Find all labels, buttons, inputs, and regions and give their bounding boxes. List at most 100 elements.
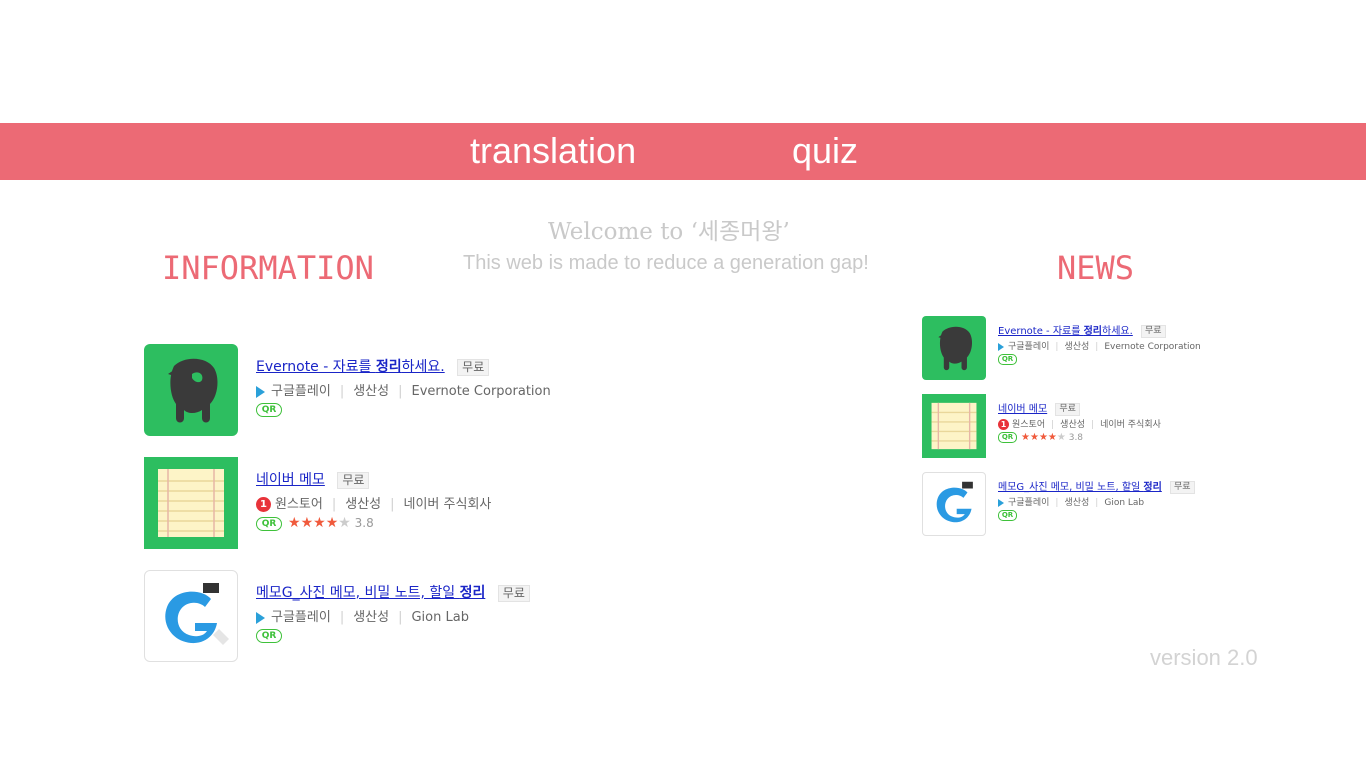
memo-g-icon[interactable] [922, 472, 986, 536]
category: 생산성 [1060, 420, 1086, 430]
app-item: 메모G_사진 메모, 비밀 노트, 할일 정리 무료 구글플레이 | 생산성 | Gio… [144, 570, 664, 662]
divider: | [1051, 420, 1055, 430]
app-title-link[interactable]: Evernote - 자료를 정리하세요. [998, 326, 1133, 337]
divider: | [398, 610, 403, 625]
app-title-link[interactable]: 메모G_사진 메모, 비밀 노트, 할일 정리 [256, 585, 485, 601]
google-play-icon [998, 342, 1004, 351]
rating: ★★★★★ 3.8 [288, 515, 374, 531]
title-text: 하세요. [401, 359, 445, 375]
title-text: 메모G_사진 메모, 비밀 노트, 할일 [256, 585, 460, 601]
evernote-icon[interactable] [144, 344, 238, 436]
app-item: 네이버 메모 무료 1 원스토어 | 생산성 | 네이버 주식회사 QR ★★★★★ 3.8 [144, 457, 664, 549]
qr-button[interactable]: QR [998, 510, 1017, 521]
developer: Evernote Corporation [411, 384, 551, 399]
title-highlight: 정리 [459, 585, 486, 601]
store-name: 원스토어 [275, 497, 323, 512]
divider: | [339, 384, 345, 399]
store-name: 구글플레이 [1008, 498, 1050, 508]
category: 생산성 [1064, 498, 1090, 508]
news-app-item: 네이버 메모 무료 1 원스토어 | 생산성 | 네이버 주식회사 QR ★★★★★ 3.8 [922, 394, 1282, 458]
free-badge: 무료 [1055, 402, 1080, 416]
star-icon: ★ [288, 515, 301, 531]
free-badge: 무료 [337, 471, 370, 489]
star-icon: ★ [313, 515, 326, 531]
app-title-link[interactable]: Evernote - 자료를 정리하세요. [256, 359, 445, 375]
news-title: NEWS [1057, 249, 1135, 287]
title-highlight: 정리 [1143, 482, 1162, 493]
google-play-icon [256, 611, 265, 624]
star-icon: ★ [1038, 432, 1048, 443]
app-title-link[interactable]: 네이버 메모 [256, 472, 325, 488]
star-icon: ★ [1029, 432, 1039, 443]
star-icon: ★ [325, 515, 339, 531]
star-empty-icon: ★ [1056, 432, 1066, 443]
developer: Gion Lab [1104, 498, 1145, 508]
news-app-item: Evernote - 자료를 정리하세요. 무료 구글플레이 | 생산성 | Evern… [922, 316, 1282, 380]
rating-value: 3.8 [354, 516, 374, 530]
memo-g-icon[interactable] [144, 570, 238, 662]
version-label: version 2.0 [1150, 645, 1258, 670]
onestore-icon: 1 [998, 419, 1009, 430]
nav-translation[interactable]: translation [470, 131, 636, 171]
title-text: 네이버 메모 [998, 404, 1048, 415]
developer: Gion Lab [411, 610, 469, 625]
rating-value: 3.8 [1068, 433, 1084, 443]
store-name: 구글플레이 [271, 384, 331, 399]
naver-memo-icon[interactable] [922, 394, 986, 458]
category: 생산성 [353, 384, 390, 399]
app-item: Evernote - 자료를 정리하세요. 무료 구글플레이 | 생산성 | Evern… [144, 344, 664, 436]
divider: | [339, 610, 345, 625]
divider: | [1091, 420, 1095, 430]
store-name: 구글플레이 [271, 610, 331, 625]
title-highlight: 정리 [375, 359, 402, 375]
developer: 네이버 주식회사 [403, 497, 492, 512]
title-text: 네이버 메모 [256, 472, 325, 488]
divider: | [1095, 498, 1099, 508]
nav-quiz[interactable]: quiz [792, 131, 858, 171]
divider: | [331, 497, 337, 512]
welcome-heading: Welcome to ‘세종머왕’ [548, 219, 790, 245]
evernote-icon[interactable] [922, 316, 986, 380]
title-highlight: 정리 [1083, 326, 1103, 337]
title-text: Evernote - 자료를 [998, 326, 1084, 337]
category: 생산성 [345, 497, 382, 512]
qr-button[interactable]: QR [256, 516, 282, 531]
tagline: This web is made to reduce a generation … [463, 252, 869, 274]
store-name: 원스토어 [1012, 420, 1046, 430]
onestore-icon: 1 [256, 497, 271, 512]
developer: Evernote Corporation [1104, 342, 1201, 352]
news-app-item: 메모G_사진 메모, 비밀 노트, 할일 정리 무료 구글플레이 | 생산성 | Gio… [922, 472, 1282, 536]
qr-button[interactable]: QR [256, 402, 282, 417]
developer: 네이버 주식회사 [1100, 420, 1161, 430]
title-text: 메모G_사진 메모, 비밀 노트, 할일 [998, 482, 1144, 493]
divider: | [1095, 342, 1099, 352]
free-badge: 무료 [497, 584, 530, 602]
title-text: Evernote - 자료를 [256, 359, 376, 375]
star-icon: ★ [1021, 432, 1030, 443]
qr-button[interactable]: QR [998, 432, 1017, 443]
rating: ★★★★★ 3.8 [1021, 432, 1084, 443]
store-name: 구글플레이 [1008, 342, 1050, 352]
divider: | [390, 497, 395, 512]
divider: | [1055, 342, 1059, 352]
divider: | [1055, 498, 1059, 508]
top-navbar: translation quiz [0, 123, 1366, 180]
free-badge: 무료 [1170, 480, 1195, 494]
app-title-link[interactable]: 네이버 메모 [998, 404, 1047, 415]
star-icon: ★ [1047, 432, 1057, 443]
qr-button[interactable]: QR [256, 628, 282, 643]
free-badge: 무료 [457, 358, 490, 376]
title-text: 하세요. [1102, 326, 1133, 337]
naver-memo-icon[interactable] [144, 457, 238, 549]
category: 생산성 [353, 610, 390, 625]
app-title-link[interactable]: 메모G_사진 메모, 비밀 노트, 할일 정리 [998, 482, 1162, 493]
qr-button[interactable]: QR [998, 354, 1017, 365]
star-icon: ★ [300, 515, 314, 531]
google-play-icon [998, 498, 1004, 507]
google-play-icon [256, 385, 265, 398]
star-empty-icon: ★ [338, 515, 351, 531]
information-title: INFORMATION [162, 249, 374, 287]
divider: | [398, 384, 403, 399]
free-badge: 무료 [1140, 324, 1166, 338]
category: 생산성 [1064, 342, 1090, 352]
